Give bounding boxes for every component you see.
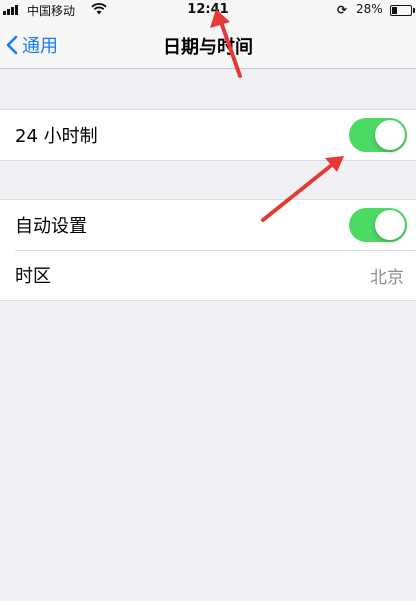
toggle-knob — [375, 210, 405, 240]
time-settings-group: 自动设置 时区 北京 — [0, 199, 416, 301]
nav-bar: 通用 日期与时间 — [0, 20, 416, 69]
timezone-value: 北京 — [370, 267, 404, 288]
toggle-knob — [375, 120, 405, 150]
battery-fill — [392, 7, 397, 14]
orientation-lock-icon: ⟳ — [337, 3, 348, 17]
status-time: 12:41 — [187, 2, 229, 17]
timezone-row[interactable]: 时区 北京 — [0, 250, 416, 300]
page-title: 日期与时间 — [163, 37, 253, 58]
timezone-label: 时区 — [15, 266, 51, 287]
auto-set-row: 自动设置 — [0, 200, 416, 250]
battery-percent: 28% — [356, 2, 383, 16]
battery-tip — [413, 8, 415, 13]
hour24-toggle[interactable] — [349, 118, 407, 152]
battery-icon — [390, 5, 415, 16]
screen: 中国移动 12:41 ⟳ 28% 通用 日期与时间 24 小时制 自动设置 时区… — [0, 0, 416, 601]
hour24-group: 24 小时制 — [0, 109, 416, 161]
auto-set-toggle[interactable] — [349, 208, 407, 242]
hour24-row: 24 小时制 — [0, 110, 416, 160]
status-bar: 中国移动 12:41 ⟳ 28% — [0, 0, 416, 20]
